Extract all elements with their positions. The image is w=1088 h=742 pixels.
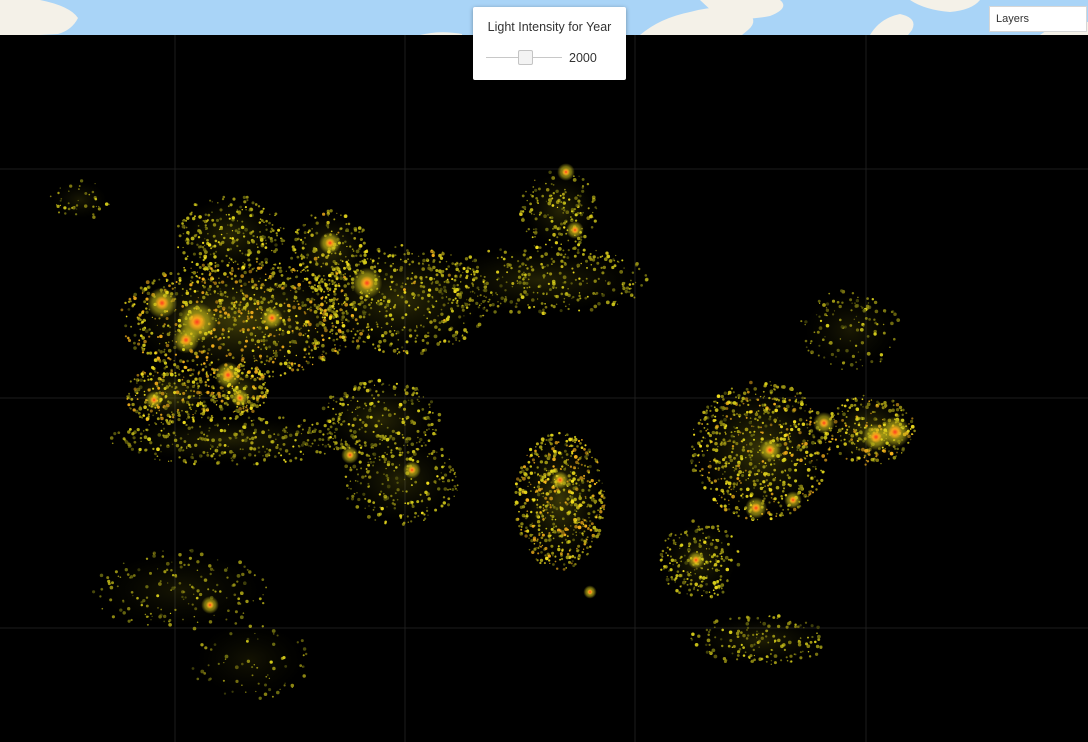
year-value-label: 2000 [569,51,597,65]
layers-control-button[interactable]: Layers [989,6,1087,32]
night-lights-map[interactable]: Light Intensity for Year 2000 Layers [0,0,1088,742]
light-region-fields [53,174,911,696]
night-lights-overlay [0,35,1088,742]
year-slider-panel: Light Intensity for Year 2000 [473,7,626,80]
year-slider-thumb[interactable] [518,50,533,65]
year-panel-title: Light Intensity for Year [487,20,612,34]
layers-label: Layers [996,13,1030,25]
